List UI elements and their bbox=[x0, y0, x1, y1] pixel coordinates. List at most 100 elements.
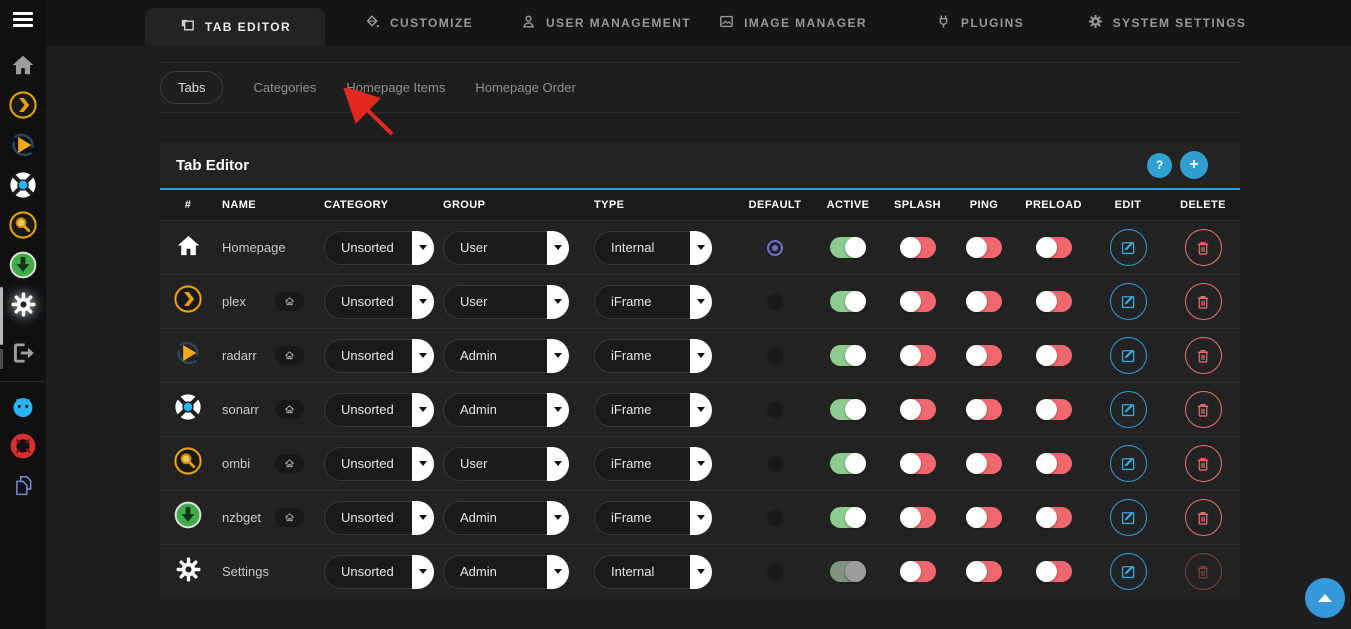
preload-toggle[interactable] bbox=[1036, 399, 1072, 420]
nav-tab-customize[interactable]: CUSTOMIZE bbox=[325, 0, 512, 46]
hamburger-menu-icon[interactable] bbox=[13, 12, 33, 28]
delete-button[interactable] bbox=[1185, 445, 1222, 482]
sidebar-item-sonarr[interactable] bbox=[0, 167, 46, 207]
group-value: User bbox=[460, 240, 487, 255]
ping-toggle[interactable] bbox=[966, 237, 1002, 258]
sidebar-item-logout[interactable] bbox=[0, 335, 46, 375]
sidebar-scrollbar[interactable] bbox=[0, 287, 3, 345]
nav-tab-user-management[interactable]: USER MANAGEMENT bbox=[512, 0, 699, 46]
active-toggle[interactable] bbox=[830, 507, 866, 528]
sidebar-item-plex[interactable] bbox=[0, 87, 46, 127]
type-select[interactable]: iFrame bbox=[594, 501, 712, 535]
splash-toggle[interactable] bbox=[900, 345, 936, 366]
type-select[interactable]: Internal bbox=[594, 231, 712, 265]
edit-button[interactable] bbox=[1110, 229, 1147, 266]
sidebar-item-ombi[interactable] bbox=[0, 207, 46, 247]
type-select[interactable]: iFrame bbox=[594, 339, 712, 373]
ping-toggle[interactable] bbox=[966, 507, 1002, 528]
group-select[interactable]: User bbox=[443, 231, 569, 265]
ping-toggle[interactable] bbox=[966, 291, 1002, 312]
sidebar-item-nzbget[interactable] bbox=[0, 247, 46, 287]
splash-toggle[interactable] bbox=[900, 399, 936, 420]
group-select[interactable]: Admin bbox=[443, 555, 569, 589]
sidebar-item-docs-pages[interactable] bbox=[0, 468, 46, 508]
default-radio[interactable] bbox=[767, 402, 783, 418]
group-select[interactable]: Admin bbox=[443, 339, 569, 373]
category-select[interactable]: Unsorted bbox=[324, 501, 434, 535]
type-select[interactable]: Internal bbox=[594, 555, 712, 589]
group-select[interactable]: User bbox=[443, 447, 569, 481]
splash-toggle[interactable] bbox=[900, 237, 936, 258]
category-select[interactable]: Unsorted bbox=[324, 339, 434, 373]
nav-tab-plugins[interactable]: PLUGINS bbox=[886, 0, 1073, 46]
home-badge bbox=[275, 508, 304, 527]
type-select[interactable]: iFrame bbox=[594, 447, 712, 481]
delete-button[interactable] bbox=[1185, 499, 1222, 536]
ping-toggle[interactable] bbox=[966, 399, 1002, 420]
splash-toggle[interactable] bbox=[900, 291, 936, 312]
edit-button[interactable] bbox=[1110, 499, 1147, 536]
active-toggle[interactable] bbox=[830, 291, 866, 312]
chevron-down-icon bbox=[412, 555, 434, 589]
default-radio[interactable] bbox=[767, 456, 783, 472]
delete-button[interactable] bbox=[1185, 553, 1222, 590]
ping-toggle[interactable] bbox=[966, 453, 1002, 474]
subtab-homepage-order[interactable]: Homepage Order bbox=[475, 80, 575, 95]
sidebar-item-support-lifebuoy[interactable] bbox=[0, 428, 46, 468]
default-radio[interactable] bbox=[767, 510, 783, 526]
category-select[interactable]: Unsorted bbox=[324, 231, 434, 265]
subtab-categories[interactable]: Categories bbox=[253, 80, 316, 95]
preload-toggle[interactable] bbox=[1036, 291, 1072, 312]
sidebar-item-home[interactable] bbox=[0, 47, 46, 87]
sidebar-item-github[interactable] bbox=[0, 388, 46, 428]
ping-toggle[interactable] bbox=[966, 561, 1002, 582]
category-value: Unsorted bbox=[341, 564, 394, 579]
active-toggle[interactable] bbox=[830, 399, 866, 420]
sidebar-item-radarr[interactable] bbox=[0, 127, 46, 167]
default-radio[interactable] bbox=[767, 564, 783, 580]
preload-toggle[interactable] bbox=[1036, 561, 1072, 582]
category-select[interactable]: Unsorted bbox=[324, 555, 434, 589]
add-tab-button[interactable]: + bbox=[1180, 151, 1208, 179]
delete-button[interactable] bbox=[1185, 283, 1222, 320]
default-radio[interactable] bbox=[767, 348, 783, 364]
group-select[interactable]: Admin bbox=[443, 501, 569, 535]
default-radio[interactable] bbox=[767, 294, 783, 310]
help-button[interactable]: ? bbox=[1147, 153, 1172, 178]
group-select[interactable]: User bbox=[443, 285, 569, 319]
active-toggle[interactable] bbox=[830, 453, 866, 474]
preload-toggle[interactable] bbox=[1036, 453, 1072, 474]
delete-button[interactable] bbox=[1185, 229, 1222, 266]
active-toggle[interactable] bbox=[830, 345, 866, 366]
subtab-tabs[interactable]: Tabs bbox=[160, 71, 223, 104]
splash-toggle[interactable] bbox=[900, 507, 936, 528]
nav-tab-image-manager[interactable]: IMAGE MANAGER bbox=[699, 0, 886, 46]
splash-toggle[interactable] bbox=[900, 561, 936, 582]
tab-editor-nav-tab[interactable]: TAB EDITOR bbox=[145, 8, 325, 46]
ping-toggle[interactable] bbox=[966, 345, 1002, 366]
edit-button[interactable] bbox=[1110, 445, 1147, 482]
subtab-homepage-items[interactable]: Homepage Items bbox=[346, 80, 445, 95]
category-select[interactable]: Unsorted bbox=[324, 285, 434, 319]
sidebar-item-settings-gear[interactable] bbox=[0, 287, 46, 327]
type-select[interactable]: iFrame bbox=[594, 393, 712, 427]
type-select[interactable]: iFrame bbox=[594, 285, 712, 319]
category-select[interactable]: Unsorted bbox=[324, 447, 434, 481]
group-select[interactable]: Admin bbox=[443, 393, 569, 427]
active-toggle[interactable] bbox=[830, 561, 866, 582]
nav-tab-system-settings[interactable]: SYSTEM SETTINGS bbox=[1073, 0, 1260, 46]
edit-button[interactable] bbox=[1110, 391, 1147, 428]
category-select[interactable]: Unsorted bbox=[324, 393, 434, 427]
preload-toggle[interactable] bbox=[1036, 237, 1072, 258]
preload-toggle[interactable] bbox=[1036, 345, 1072, 366]
delete-button[interactable] bbox=[1185, 337, 1222, 374]
edit-button[interactable] bbox=[1110, 283, 1147, 320]
active-toggle[interactable] bbox=[830, 237, 866, 258]
preload-toggle[interactable] bbox=[1036, 507, 1072, 528]
splash-toggle[interactable] bbox=[900, 453, 936, 474]
delete-button[interactable] bbox=[1185, 391, 1222, 428]
edit-button[interactable] bbox=[1110, 337, 1147, 374]
edit-button[interactable] bbox=[1110, 553, 1147, 590]
default-radio[interactable] bbox=[767, 240, 783, 256]
scroll-to-top-button[interactable] bbox=[1305, 578, 1345, 618]
